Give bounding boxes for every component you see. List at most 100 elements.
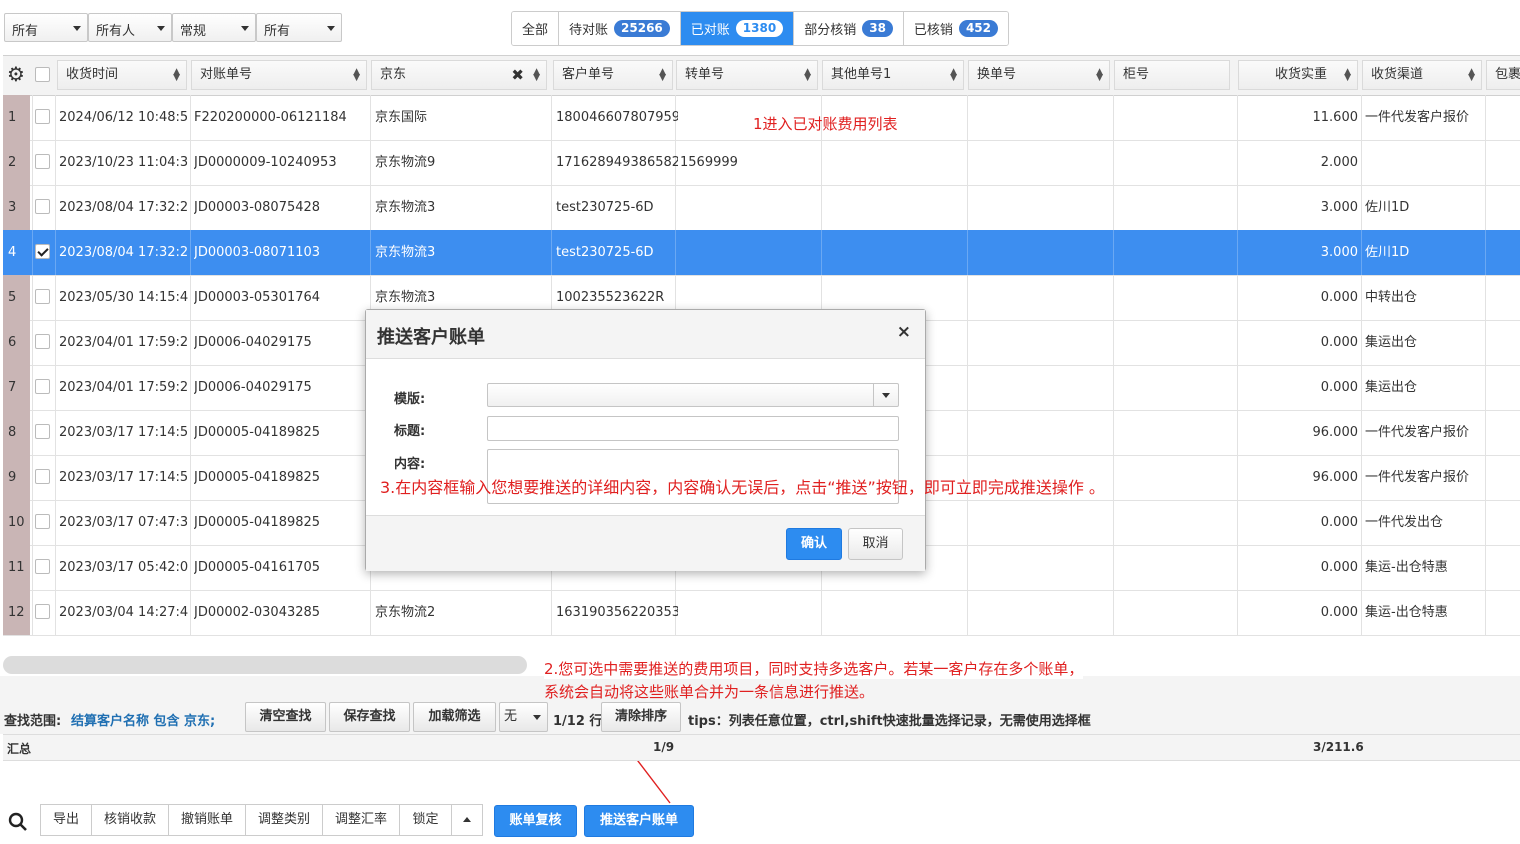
cell-client: 京东国际 [375, 110, 428, 125]
cell-weight: 0.000 [1320, 515, 1358, 530]
horizontal-scrollbar[interactable] [3, 656, 527, 674]
sort-icon: ▲ ▼ [1096, 67, 1103, 83]
row-checkbox[interactable] [35, 514, 50, 529]
column-divider [967, 275, 968, 320]
load-filter-button[interactable]: 加载筛选 [413, 702, 496, 732]
clear-search-button[interactable]: 清空查找 [245, 702, 326, 732]
column-divider [821, 185, 822, 230]
column-divider [1237, 320, 1238, 365]
revoke-bill-button[interactable]: 撤销账单 [168, 804, 246, 836]
export-button[interactable]: 导出 [40, 804, 92, 836]
adjust-category-button[interactable]: 调整类别 [245, 804, 323, 836]
filter-select-1[interactable]: 所有 [4, 13, 88, 42]
column-divider [1237, 500, 1238, 545]
column-divider [190, 410, 191, 455]
table-row[interactable]: 12 2023/03/04 14:27:49 JD00002-03043285 京东物… [3, 590, 1520, 636]
sort-icon: ▲ ▼ [173, 67, 180, 83]
column-divider [190, 185, 191, 230]
tab-pending[interactable]: 待对账 25266 [559, 12, 681, 45]
column-divider [1485, 410, 1486, 455]
row-checkbox[interactable] [35, 604, 50, 619]
row-checkbox[interactable] [35, 109, 50, 124]
select-all-checkbox[interactable] [35, 67, 50, 82]
row-checkbox[interactable] [35, 154, 50, 169]
col-header-client[interactable]: 京东 ✖ ▲ ▼ [371, 60, 547, 90]
template-select[interactable] [487, 383, 899, 407]
row-checkbox[interactable] [35, 379, 50, 394]
more-up-button[interactable] [451, 804, 483, 836]
adjust-rate-button[interactable]: 调整汇率 [322, 804, 400, 836]
bill-review-button[interactable]: 账单复核 [494, 805, 577, 837]
table-row[interactable]: 2 2023/10/23 11:04:37 JD0000009-10240953 京东… [3, 140, 1520, 186]
status-tabs: 全部 待对账 25266 已对账 1380 部分核销 38 已核销 452 [511, 11, 1009, 46]
column-divider [55, 275, 56, 320]
column-divider [1113, 590, 1114, 635]
column-divider [551, 95, 552, 140]
cell-bill: JD0006-04029175 [194, 335, 312, 350]
filter-select-3[interactable]: 常规 [172, 13, 256, 42]
column-divider [55, 455, 56, 500]
col-header-weight[interactable]: 收货实重 ▲ ▼ [1238, 60, 1358, 90]
lock-button[interactable]: 锁定 [399, 804, 452, 836]
row-checkbox[interactable] [35, 244, 50, 259]
col-header-change[interactable]: 换单号 ▲ ▼ [968, 60, 1110, 90]
col-header-bill[interactable]: 对账单号 ▲ ▼ [191, 60, 367, 90]
write-off-button[interactable]: 核销收款 [91, 804, 169, 836]
cell-weight: 0.000 [1320, 560, 1358, 575]
tab-all[interactable]: 全部 [512, 12, 560, 45]
column-divider [190, 140, 191, 185]
column-divider [1237, 275, 1238, 320]
clear-sort-button[interactable]: 清除排序 [601, 702, 681, 732]
tab-reconciled[interactable]: 已对账 1380 [680, 12, 795, 45]
row-checkbox[interactable] [35, 559, 50, 574]
clear-filter-icon[interactable]: ✖ [511, 61, 524, 89]
row-checkbox[interactable] [35, 469, 50, 484]
column-divider [1237, 590, 1238, 635]
title-input[interactable] [487, 416, 899, 441]
cancel-button[interactable]: 取消 [848, 528, 903, 560]
cell-channel: 一件代发客户报价 [1365, 110, 1470, 125]
column-divider [1113, 410, 1114, 455]
col-header-channel[interactable]: 收货渠道 ▲ ▼ [1362, 60, 1482, 90]
row-checkbox[interactable] [35, 289, 50, 304]
column-divider [1113, 320, 1114, 365]
summary-label: 汇总 [7, 742, 32, 756]
push-customer-bill-button[interactable]: 推送客户账单 [584, 805, 694, 837]
save-search-button[interactable]: 保存查找 [329, 702, 410, 732]
column-divider [821, 230, 822, 275]
row-checkbox[interactable] [35, 334, 50, 349]
column-divider [55, 365, 56, 410]
table-row[interactable]: 3 2023/08/04 17:32:28 JD00003-08075428 京东物流… [3, 185, 1520, 231]
filter-select-2[interactable]: 所有人 [88, 13, 172, 42]
column-divider [967, 140, 968, 185]
tab-partial[interactable]: 部分核销 38 [794, 12, 904, 45]
search-icon[interactable] [8, 812, 28, 836]
filter-preset-select[interactable]: 无 [499, 702, 548, 732]
table-row[interactable]: 4 2023/08/04 17:32:28 JD00003-08071103 京东物流… [3, 230, 1520, 276]
confirm-button[interactable]: 确认 [786, 528, 842, 560]
row-checkbox[interactable] [35, 424, 50, 439]
template-label: 模版: [394, 392, 426, 407]
filter-select-4-value: 所有 [264, 24, 291, 39]
close-icon[interactable]: × [897, 322, 911, 342]
cell-time: 2023/08/04 17:32:28 [59, 245, 189, 260]
caret-up-icon [463, 817, 471, 822]
col-header-trans[interactable]: 转单号 ▲ ▼ [676, 60, 818, 90]
cell-channel: 集运-出仓特惠 [1365, 560, 1448, 575]
gear-icon[interactable]: ⚙ [7, 62, 25, 86]
col-header-package[interactable]: 包裹 [1486, 60, 1520, 90]
dialog-header: 推送客户账单 × [366, 310, 925, 359]
row-checkbox[interactable] [35, 199, 50, 214]
col-header-other[interactable]: 其他单号1 ▲ ▼ [822, 60, 964, 90]
col-header-cust[interactable]: 客户单号 ▲ ▼ [553, 60, 673, 90]
column-divider [1485, 275, 1486, 320]
column-divider [55, 95, 56, 140]
col-header-container[interactable]: 柜号 [1114, 60, 1230, 90]
sort-icon: ▲ ▼ [1344, 67, 1351, 83]
filter-select-3-value: 常规 [180, 24, 207, 39]
cell-time: 2023/03/17 05:42:03 [59, 560, 189, 575]
filter-select-4[interactable]: 所有 [256, 13, 342, 42]
tab-written-off[interactable]: 已核销 452 [903, 12, 1008, 45]
column-divider [32, 185, 33, 230]
col-header-time[interactable]: 收货时间 ▲ ▼ [57, 60, 187, 90]
